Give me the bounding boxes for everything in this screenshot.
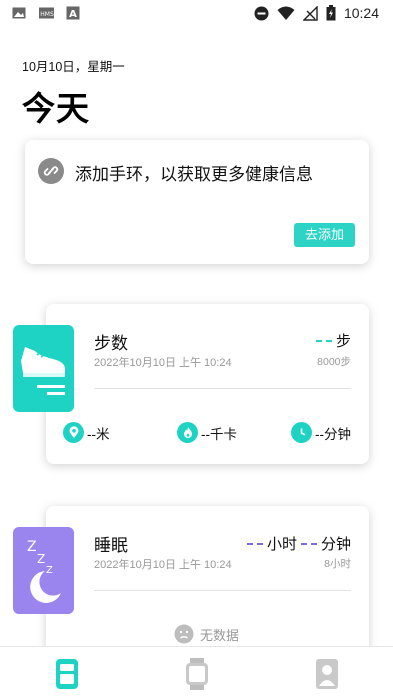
add-band-card[interactable]: 添加手环，以获取更多健康信息 去添加 — [25, 140, 369, 264]
status-right-icons: 10:24 — [254, 5, 379, 21]
sleep-hours-unit: 小时 — [266, 536, 297, 553]
nav-profile-icon[interactable] — [315, 658, 339, 690]
svg-text:HMS: HMS — [40, 11, 54, 18]
status-left-icons: HMS A — [12, 6, 80, 20]
sleep-title: 睡眠 — [94, 536, 128, 555]
status-time: 10:24 — [343, 5, 379, 21]
go-add-button[interactable]: 去添加 — [294, 223, 355, 247]
calories-value: --千卡 — [201, 426, 237, 442]
clock-icon — [291, 422, 312, 443]
add-band-text: 添加手环，以获取更多健康信息 — [75, 165, 313, 184]
steps-value-placeholder — [315, 339, 332, 342]
no-signal-icon — [302, 5, 318, 21]
sleep-timestamp: 2022年10月10日 上午 10:24 — [94, 559, 232, 571]
sleep-hours-placeholder — [246, 542, 263, 545]
date-label: 10月10日，星期一 — [22, 60, 125, 74]
steps-unit: 步 — [335, 333, 351, 350]
sleep-empty-state: 无数据 — [174, 624, 239, 644]
svg-text:Z: Z — [46, 565, 53, 576]
flame-icon — [177, 422, 198, 443]
sad-face-icon — [174, 624, 194, 644]
steps-title: 步数 — [94, 334, 128, 353]
link-icon — [38, 158, 64, 184]
bottom-nav — [0, 646, 393, 700]
steps-divider — [94, 388, 351, 389]
sleep-minutes-placeholder — [300, 542, 317, 545]
sleep-empty-text: 无数据 — [200, 627, 240, 643]
nav-today-icon[interactable] — [55, 658, 79, 690]
steps-value: 步 — [315, 330, 351, 351]
page-title: 今天 — [22, 90, 90, 127]
wifi-icon — [277, 6, 295, 20]
distance-stat: --米 — [63, 422, 110, 443]
sleep-goal: 8小时 — [324, 558, 351, 570]
battery-icon — [326, 5, 336, 21]
duration-value: --分钟 — [315, 426, 351, 442]
hms-icon: HMS — [39, 7, 54, 19]
steps-card[interactable]: 步数 2022年10月10日 上午 10:24 步 8000步 --米 --千卡 — [46, 304, 369, 464]
calories-stat: --千卡 — [177, 422, 237, 443]
sleep-divider — [94, 590, 351, 591]
sleep-value: 小时 分钟 — [246, 533, 351, 554]
status-bar: HMS A 10:24 — [0, 0, 393, 28]
do-not-disturb-icon — [254, 6, 269, 20]
image-icon — [12, 7, 26, 19]
distance-value: --米 — [87, 426, 110, 442]
steps-timestamp: 2022年10月10日 上午 10:24 — [94, 357, 232, 369]
nav-watch-icon[interactable] — [185, 658, 209, 690]
location-pin-icon — [63, 422, 84, 443]
svg-text:Z: Z — [37, 552, 45, 566]
svg-text:A: A — [69, 9, 77, 20]
steps-goal: 8000步 — [317, 356, 351, 368]
sneaker-icon — [13, 325, 74, 412]
svg-text:Z: Z — [27, 539, 37, 555]
duration-stat: --分钟 — [291, 422, 351, 443]
moon-zzz-icon: Z Z Z — [13, 527, 74, 614]
sleep-minutes-unit: 分钟 — [320, 536, 351, 553]
sleep-card[interactable]: 睡眠 2022年10月10日 上午 10:24 小时 分钟 8小时 无数据 — [46, 506, 369, 656]
text-app-icon: A — [66, 6, 80, 20]
